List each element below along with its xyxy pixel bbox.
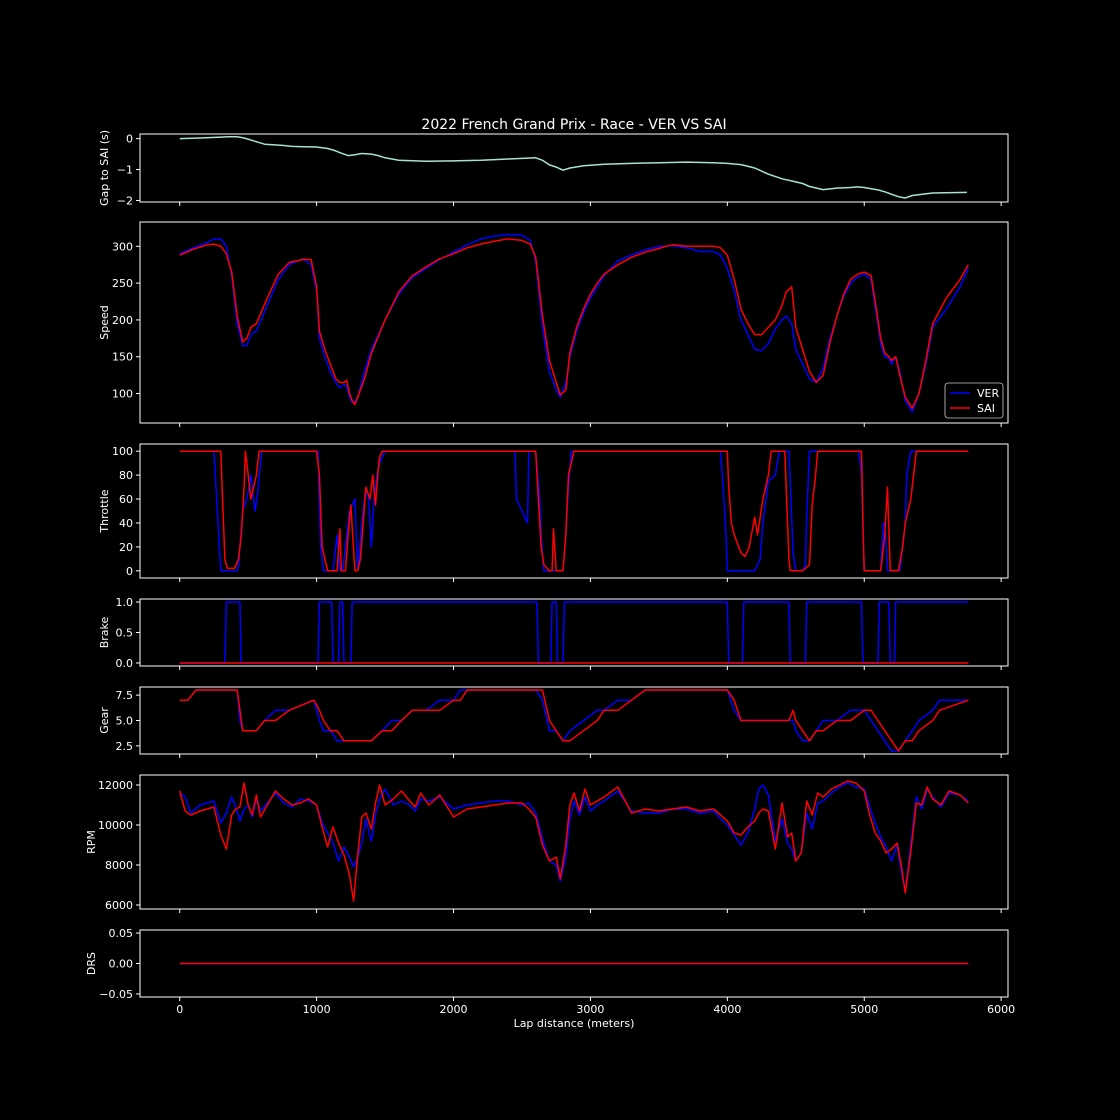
throttle-y-tick-label: 40 bbox=[119, 517, 133, 530]
rpm-y-tick-label: 12000 bbox=[98, 779, 133, 792]
legend-label-ver: VER bbox=[977, 387, 999, 400]
x-axis-label: Lap distance (meters) bbox=[514, 1017, 635, 1030]
x-tick-label: 6000 bbox=[987, 1003, 1015, 1016]
drs-y-tick-label: 0.05 bbox=[109, 927, 134, 940]
gear-y-tick-label: 5.0 bbox=[116, 715, 134, 728]
speed-y-tick-label: 250 bbox=[112, 277, 133, 290]
x-tick-label: 2000 bbox=[440, 1003, 468, 1016]
speed-y-tick-label: 300 bbox=[112, 240, 133, 253]
speed-y-axis-label: Speed bbox=[98, 305, 111, 339]
drs-y-tick-label: −0.05 bbox=[99, 988, 133, 1001]
gap-y-axis-label: Gap to SAI (s) bbox=[98, 130, 111, 206]
throttle-y-axis-label: Throttle bbox=[98, 489, 111, 533]
throttle-y-tick-label: 20 bbox=[119, 541, 133, 554]
speed-y-tick-label: 100 bbox=[112, 388, 133, 401]
gap-y-tick-label: −1 bbox=[117, 164, 133, 177]
rpm-y-tick-label: 8000 bbox=[105, 859, 133, 872]
x-tick-label: 4000 bbox=[713, 1003, 741, 1016]
rpm-y-axis-label: RPM bbox=[85, 830, 98, 854]
gap-y-tick-label: 0 bbox=[126, 133, 133, 146]
legend: VER SAI bbox=[944, 382, 1004, 419]
gear-y-tick-label: 7.5 bbox=[116, 689, 134, 702]
throttle-y-tick-label: 80 bbox=[119, 469, 133, 482]
rpm-y-tick-label: 6000 bbox=[105, 899, 133, 912]
x-tick-label: 3000 bbox=[576, 1003, 604, 1016]
gap-y-tick-label: −2 bbox=[117, 194, 133, 207]
brake-y-tick-label: 1.0 bbox=[116, 596, 134, 609]
speed-y-tick-label: 150 bbox=[112, 351, 133, 364]
speed-y-tick-label: 200 bbox=[112, 314, 133, 327]
legend-label-sai: SAI bbox=[977, 402, 995, 415]
figure-background bbox=[0, 0, 1120, 1120]
telemetry-figure: 2022 French Grand Prix - Race - VER VS S… bbox=[0, 0, 1120, 1120]
brake-y-axis-label: Brake bbox=[98, 616, 111, 648]
x-tick-label: 1000 bbox=[303, 1003, 331, 1016]
brake-y-tick-label: 0.5 bbox=[116, 627, 134, 640]
rpm-y-tick-label: 10000 bbox=[98, 819, 133, 832]
brake-y-tick-label: 0.0 bbox=[116, 657, 134, 670]
x-tick-label: 5000 bbox=[850, 1003, 878, 1016]
x-tick-label: 0 bbox=[176, 1003, 183, 1016]
drs-y-tick-label: 0.00 bbox=[109, 958, 134, 971]
gear-y-tick-label: 2.5 bbox=[116, 740, 134, 753]
drs-y-axis-label: DRS bbox=[85, 952, 98, 975]
throttle-y-tick-label: 100 bbox=[112, 445, 133, 458]
chart-title: 2022 French Grand Prix - Race - VER VS S… bbox=[421, 117, 726, 133]
throttle-y-tick-label: 60 bbox=[119, 493, 133, 506]
gear-y-axis-label: Gear bbox=[98, 707, 111, 734]
throttle-y-tick-label: 0 bbox=[126, 565, 133, 578]
